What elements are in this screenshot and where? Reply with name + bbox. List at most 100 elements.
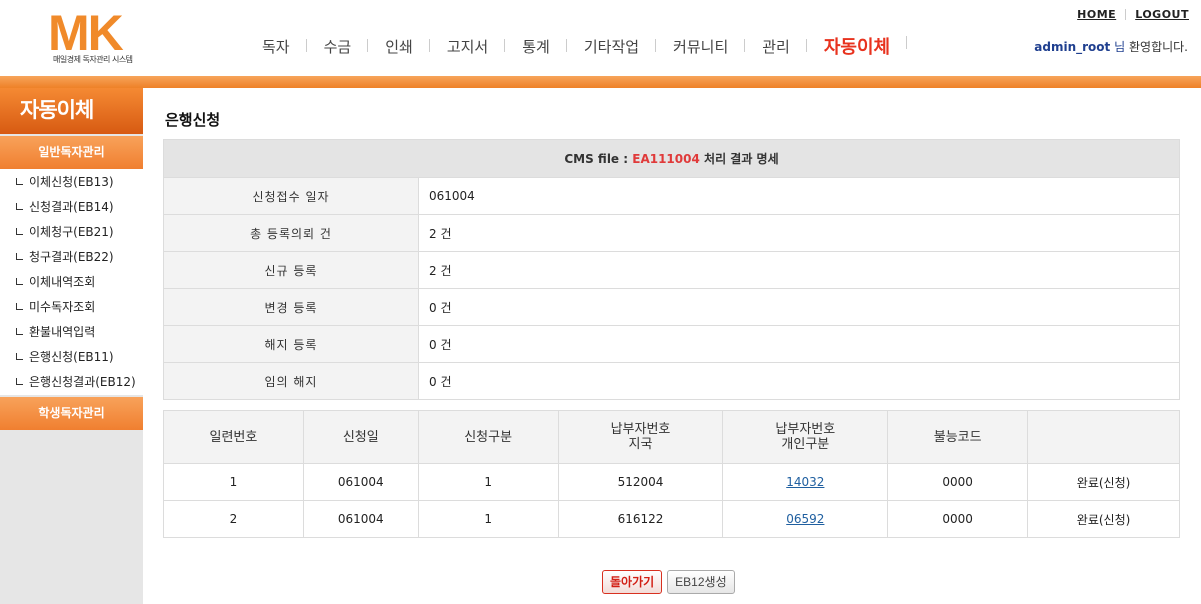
sidebar-item-label: 이체내역조회 bbox=[29, 275, 96, 289]
sidebar: 자동이체 일반독자관리 이체신청(EB13) 신청결과(EB14) 이체청구(E… bbox=[0, 88, 143, 604]
cell-date: 061004 bbox=[302, 463, 419, 501]
file-header: CMS file : EA111004 처리 결과 명세 bbox=[163, 139, 1180, 178]
home-link[interactable]: HOME bbox=[1077, 8, 1116, 21]
header: MK 매일경제 독자관리 시스템 독자 수금 인쇄 고지서 통계 기타작업 커뮤… bbox=[0, 0, 1201, 76]
cell-date: 061004 bbox=[302, 500, 419, 538]
summary-row: 변경 등록 0 건 bbox=[163, 288, 1180, 326]
tree-branch-icon bbox=[16, 278, 23, 285]
payer-number-link[interactable]: 14032 bbox=[786, 475, 824, 489]
summary-value: 0 건 bbox=[418, 325, 1180, 363]
summary-label: 해지 등록 bbox=[163, 325, 419, 363]
cell-seq: 2 bbox=[163, 500, 304, 538]
column-header-seq: 일련번호 bbox=[163, 410, 304, 464]
summary-value: 2 건 bbox=[418, 214, 1180, 252]
column-header-line: 지국 bbox=[628, 437, 653, 452]
cell-personal: 14032 bbox=[722, 463, 889, 501]
welcome-text: 환영합니다. bbox=[1128, 40, 1188, 54]
sidebar-item-unpaid-readers[interactable]: 미수독자조회 bbox=[0, 295, 143, 320]
sidebar-item-label: 은행신청결과(EB12) bbox=[29, 375, 136, 389]
summary-label: 신청접수 일자 bbox=[163, 177, 419, 215]
nav-item-print[interactable]: 인쇄 bbox=[368, 36, 430, 57]
cell-status: 완료(신청) bbox=[1027, 463, 1180, 501]
table-row: 1 061004 1 512004 14032 0000 완료(신청) bbox=[163, 463, 1180, 501]
column-header-status bbox=[1027, 410, 1180, 464]
top-links: HOME LOGOUT bbox=[1077, 8, 1189, 21]
nav-item-etc[interactable]: 기타작업 bbox=[567, 36, 657, 57]
tree-branch-icon bbox=[16, 328, 23, 335]
nav-item-admin[interactable]: 관리 bbox=[745, 36, 807, 57]
file-suffix: 처리 결과 명세 bbox=[704, 152, 779, 166]
sidebar-item-eb12[interactable]: 은행신청결과(EB12) bbox=[0, 370, 143, 395]
generate-eb12-button[interactable]: EB12생성 bbox=[667, 570, 735, 594]
nav-item-stats[interactable]: 통계 bbox=[505, 36, 567, 57]
logo-mark: MK bbox=[48, 5, 124, 61]
summary-row: 임의 해지 0 건 bbox=[163, 362, 1180, 400]
main-content: 은행신청 CMS file : EA111004 처리 결과 명세 신청접수 일… bbox=[143, 88, 1201, 604]
welcome-message: admin_root 님 환영합니다. bbox=[1034, 38, 1188, 55]
cell-type: 1 bbox=[417, 500, 559, 538]
summary-row: 신청접수 일자 061004 bbox=[163, 177, 1180, 215]
tree-branch-icon bbox=[16, 353, 23, 360]
summary-label: 총 등록의뢰 건 bbox=[163, 214, 419, 252]
cell-branch: 616122 bbox=[557, 500, 724, 538]
tree-branch-icon bbox=[16, 178, 23, 185]
column-header-line: 납부자번호 bbox=[610, 422, 671, 437]
cell-fail-code: 0000 bbox=[887, 500, 1029, 538]
sidebar-item-label: 은행신청(EB11) bbox=[29, 350, 114, 364]
summary-row: 해지 등록 0 건 bbox=[163, 325, 1180, 363]
logo-subtitle: 매일경제 독자관리 시스템 bbox=[53, 55, 133, 64]
application-detail-table: 일련번호 신청일 신청구분 납부자번호 지국 납부자번호 개인구분 불능코드 1 0… bbox=[163, 410, 1180, 538]
column-header-line: 개인구분 bbox=[781, 437, 830, 452]
nav-item-reader[interactable]: 독자 bbox=[245, 36, 307, 57]
column-header-line: 납부자번호 bbox=[775, 422, 836, 437]
sidebar-item-eb13[interactable]: 이체신청(EB13) bbox=[0, 170, 143, 195]
summary-row: 신규 등록 2 건 bbox=[163, 251, 1180, 289]
tree-branch-icon bbox=[16, 253, 23, 260]
sidebar-item-label: 이체신청(EB13) bbox=[29, 175, 114, 189]
column-header-fail-code: 불능코드 bbox=[887, 410, 1029, 464]
summary-label: 신규 등록 bbox=[163, 251, 419, 289]
summary-row: 총 등록의뢰 건2 건 bbox=[163, 214, 1180, 252]
sidebar-item-refund-entry[interactable]: 환불내역입력 bbox=[0, 320, 143, 345]
sidebar-item-transfer-history[interactable]: 이체내역조회 bbox=[0, 270, 143, 295]
result-summary-table: CMS file : EA111004 처리 결과 명세 신청접수 일자 0610… bbox=[163, 139, 1180, 400]
summary-value: 0 건 bbox=[418, 288, 1180, 326]
tree-branch-icon bbox=[16, 378, 23, 385]
sidebar-item-label: 신청결과(EB14) bbox=[29, 200, 114, 214]
sidebar-item-eb11[interactable]: 은행신청(EB11) bbox=[0, 345, 143, 370]
sidebar-item-label: 환불내역입력 bbox=[29, 325, 96, 339]
sidebar-item-eb14[interactable]: 신청결과(EB14) bbox=[0, 195, 143, 220]
summary-label: 변경 등록 bbox=[163, 288, 419, 326]
column-header-date: 신청일 bbox=[302, 410, 419, 464]
action-buttons: 돌아가기 EB12생성 bbox=[602, 570, 735, 594]
nav-item-collection[interactable]: 수금 bbox=[307, 36, 369, 57]
sidebar-item-label: 미수독자조회 bbox=[29, 300, 96, 314]
user-suffix: 님 bbox=[1114, 40, 1126, 54]
summary-value: 2 건 bbox=[418, 251, 1180, 289]
sidebar-item-eb22[interactable]: 청구결과(EB22) bbox=[0, 245, 143, 270]
nav-item-community[interactable]: 커뮤니티 bbox=[656, 36, 746, 57]
cell-type: 1 bbox=[417, 463, 559, 501]
sidebar-menu: 이체신청(EB13) 신청결과(EB14) 이체청구(EB21) 청구결과(EB… bbox=[0, 169, 143, 395]
nav-item-auto-transfer[interactable]: 자동이체 bbox=[807, 33, 908, 59]
nav-item-notice[interactable]: 고지서 bbox=[430, 36, 506, 57]
tree-branch-icon bbox=[16, 203, 23, 210]
logout-link[interactable]: LOGOUT bbox=[1135, 8, 1189, 21]
sidebar-category-student[interactable]: 학생독자관리 bbox=[0, 397, 143, 430]
sidebar-item-eb21[interactable]: 이체청구(EB21) bbox=[0, 220, 143, 245]
cell-personal: 06592 bbox=[722, 500, 889, 538]
table-header-row: 일련번호 신청일 신청구분 납부자번호 지국 납부자번호 개인구분 불능코드 bbox=[163, 410, 1180, 464]
global-nav: 독자 수금 인쇄 고지서 통계 기타작업 커뮤니티 관리 자동이체 bbox=[245, 33, 908, 59]
tree-branch-icon bbox=[16, 303, 23, 310]
back-button[interactable]: 돌아가기 bbox=[602, 570, 663, 594]
mk-logo[interactable]: MK 매일경제 독자관리 시스템 bbox=[48, 6, 158, 68]
user-id: admin_root bbox=[1034, 40, 1111, 54]
payer-number-link[interactable]: 06592 bbox=[786, 512, 824, 526]
sidebar-category-general[interactable]: 일반독자관리 bbox=[0, 136, 143, 169]
file-prefix: CMS file : bbox=[564, 152, 629, 166]
column-header-payer-personal: 납부자번호 개인구분 bbox=[722, 410, 889, 464]
sidebar-item-label: 청구결과(EB22) bbox=[29, 250, 114, 264]
sidebar-item-label: 이체청구(EB21) bbox=[29, 225, 114, 239]
summary-value: 061004 bbox=[418, 177, 1180, 215]
cell-status: 완료(신청) bbox=[1027, 500, 1180, 538]
